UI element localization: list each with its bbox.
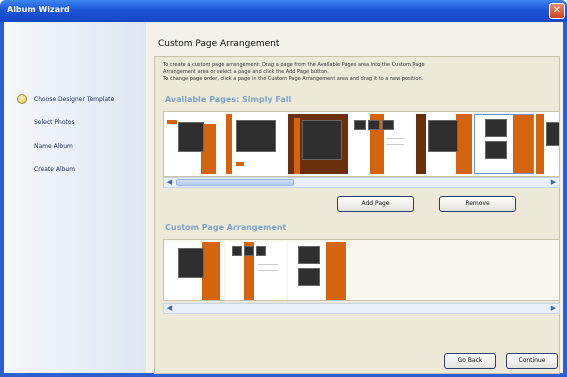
arrangement-panel: To create a custom page arrangement: Dra…	[154, 56, 560, 374]
instruction-line-2: Arrangement area or select a page and cl…	[163, 69, 329, 75]
instruction-line-3: To change page order, click a page in th…	[163, 76, 424, 82]
available-pages-list[interactable]	[163, 111, 560, 177]
add-page-button[interactable]: Add Page	[337, 196, 414, 212]
page-thumbnail[interactable]	[350, 114, 410, 174]
title-bar[interactable]: Album Wizard ✕	[0, 0, 567, 22]
current-step-icon	[17, 94, 27, 104]
close-icon: ✕	[552, 5, 562, 16]
album-wizard-window: Album Wizard ✕ Choose Designer Template …	[0, 0, 567, 377]
close-button[interactable]: ✕	[549, 3, 565, 19]
remove-button[interactable]: Remove	[439, 196, 516, 212]
custom-arrangement-title: Custom Page Arrangement	[165, 223, 287, 232]
page-thumbnail[interactable]	[164, 114, 224, 174]
steps-sidebar: Choose Designer Template Select Photos N…	[4, 22, 146, 373]
step-name-album: Name Album	[34, 143, 73, 150]
scrollbar-thumb[interactable]	[176, 179, 294, 186]
main-panel: Custom Page Arrangement To create a cust…	[152, 22, 563, 374]
wizard-body: Choose Designer Template Select Photos N…	[4, 22, 563, 374]
scroll-right-icon[interactable]: ▶	[548, 178, 559, 187]
page-thumbnail[interactable]	[288, 242, 348, 300]
available-pages-scrollbar[interactable]: ◀ ▶	[163, 177, 560, 188]
available-pages-title: Available Pages: Simply Fall	[165, 95, 292, 104]
window-title: Album Wizard	[7, 5, 70, 14]
page-thumbnail[interactable]	[288, 114, 348, 174]
custom-arrangement-scrollbar[interactable]: ◀ ▶	[163, 303, 560, 314]
custom-arrangement-list[interactable]	[163, 239, 560, 301]
page-thumbnail[interactable]	[226, 114, 286, 174]
step-create-album: Create Album	[34, 166, 76, 173]
go-back-button[interactable]: Go Back	[444, 353, 496, 369]
page-thumbnail[interactable]	[226, 242, 286, 300]
page-title: Custom Page Arrangement	[158, 39, 280, 49]
page-thumbnail[interactable]	[412, 114, 472, 174]
step-choose-template: Choose Designer Template	[34, 96, 115, 103]
page-thumbnail-selected[interactable]	[474, 114, 534, 174]
scroll-left-icon[interactable]: ◀	[164, 178, 175, 187]
page-thumbnail[interactable]	[164, 242, 224, 300]
instruction-line-1: To create a custom page arrangement: Dra…	[163, 62, 425, 68]
step-select-photos: Select Photos	[34, 119, 75, 126]
page-thumbnail[interactable]	[536, 114, 559, 174]
continue-button[interactable]: Continue	[506, 353, 558, 369]
scroll-right-icon[interactable]: ▶	[548, 304, 559, 313]
scroll-left-icon[interactable]: ◀	[164, 304, 175, 313]
